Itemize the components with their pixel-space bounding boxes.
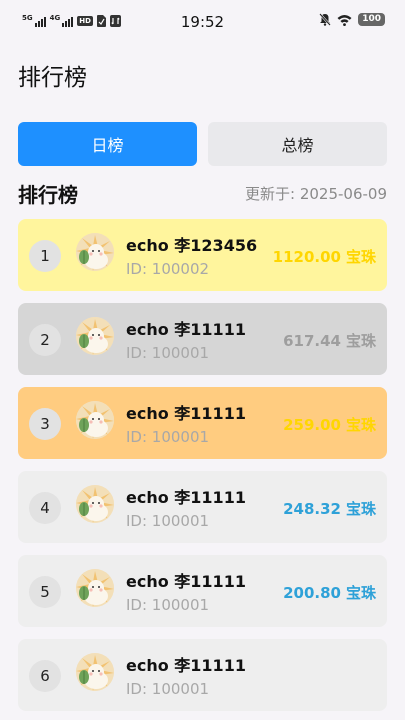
score-unit: 宝珠 <box>345 248 376 266</box>
score-value: 617.44 <box>283 332 341 350</box>
score-value: 1120.00 <box>272 248 341 266</box>
score-unit: 宝珠 <box>345 416 376 434</box>
leaderboard-screen: 5G 4G HD 19:52 100 排行榜 日榜 总榜 排行榜 更新于: 20… <box>0 0 405 720</box>
score: 200.80 宝珠 <box>283 582 376 603</box>
avatar <box>76 653 114 691</box>
rank-badge: 1 <box>29 240 61 272</box>
user-name: echo 李123456 <box>126 236 258 255</box>
score: 1120.00 宝珠 <box>273 246 376 267</box>
rank-badge: 4 <box>29 492 61 524</box>
rank-badge: 6 <box>29 660 61 692</box>
rank-badge: 2 <box>29 324 61 356</box>
battery-icon: 100 <box>358 13 385 26</box>
score-unit: 宝珠 <box>345 500 376 518</box>
score: 617.44 宝珠 <box>283 330 376 351</box>
ranking-row[interactable]: 4 echo 李11111 ID: 100001 248.32 宝珠 <box>18 471 387 543</box>
section-title: 排行榜 <box>18 183 78 207</box>
status-right: 100 <box>319 13 385 26</box>
wifi-icon <box>337 14 352 26</box>
score-value: 259.00 <box>283 416 341 434</box>
user-id: ID: 100001 <box>126 344 210 362</box>
score <box>371 666 376 684</box>
user-name: echo 李11111 <box>126 320 246 339</box>
user-id: ID: 100001 <box>126 428 210 446</box>
avatar <box>76 569 114 607</box>
updated-timestamp: 更新于: 2025-06-09 <box>245 185 387 203</box>
ranking-row[interactable]: 5 echo 李11111 ID: 100001 200.80 宝珠 <box>18 555 387 627</box>
status-bar: 5G 4G HD 19:52 100 <box>0 0 405 44</box>
score-unit: 宝珠 <box>345 584 376 602</box>
user-id: ID: 100002 <box>126 260 210 278</box>
mute-icon <box>319 13 332 26</box>
ranking-row[interactable]: 1 echo 李123456 ID: 100002 1120.00 宝珠 <box>18 219 387 291</box>
user-id: ID: 100001 <box>126 596 210 614</box>
user-name: echo 李11111 <box>126 656 246 675</box>
ranking-row[interactable]: 2 echo 李11111 ID: 100001 617.44 宝珠 <box>18 303 387 375</box>
avatar <box>76 233 114 271</box>
avatar <box>76 485 114 523</box>
score-unit: 宝珠 <box>345 332 376 350</box>
avatar <box>76 401 114 439</box>
rank-badge: 5 <box>29 576 61 608</box>
tab-total[interactable]: 总榜 <box>208 122 387 166</box>
rank-badge: 3 <box>29 408 61 440</box>
avatar <box>76 317 114 355</box>
ranking-row[interactable]: 6 echo 李11111 ID: 100001 <box>18 639 387 711</box>
score: 259.00 宝珠 <box>283 414 376 435</box>
score-value: 248.32 <box>283 500 341 518</box>
user-name: echo 李11111 <box>126 488 246 507</box>
score-value: 200.80 <box>283 584 341 602</box>
ranking-list: 1 echo 李123456 ID: 100002 1120.00 宝珠 2 ec… <box>18 219 387 720</box>
user-id: ID: 100001 <box>126 512 210 530</box>
user-id: ID: 100001 <box>126 680 210 698</box>
user-name: echo 李11111 <box>126 404 246 423</box>
page-title: 排行榜 <box>18 65 87 91</box>
ranking-row[interactable]: 3 echo 李11111 ID: 100001 259.00 宝珠 <box>18 387 387 459</box>
tab-daily[interactable]: 日榜 <box>18 122 197 166</box>
user-name: echo 李11111 <box>126 572 246 591</box>
score: 248.32 宝珠 <box>283 498 376 519</box>
